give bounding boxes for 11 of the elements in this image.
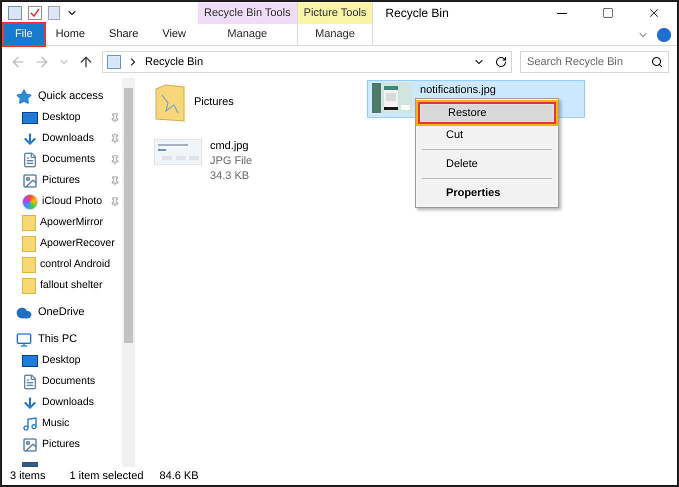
context-tab-group: Recycle Bin Tools xyxy=(198,2,297,24)
status-text: 3 items xyxy=(10,468,46,484)
file-name: notifications.jpg xyxy=(420,83,496,98)
context-tab-group: Picture Tools xyxy=(298,2,372,24)
status-text: 84.6 KB xyxy=(159,468,199,484)
file-detail: JPG File xyxy=(210,154,252,169)
window-title: Recycle Bin xyxy=(384,5,449,22)
file-detail: 34.3 KB xyxy=(210,169,250,184)
file-name: Pictures xyxy=(194,95,234,110)
file-name: cmd.jpg xyxy=(210,139,250,154)
status-text: 1 item selected xyxy=(69,468,144,484)
